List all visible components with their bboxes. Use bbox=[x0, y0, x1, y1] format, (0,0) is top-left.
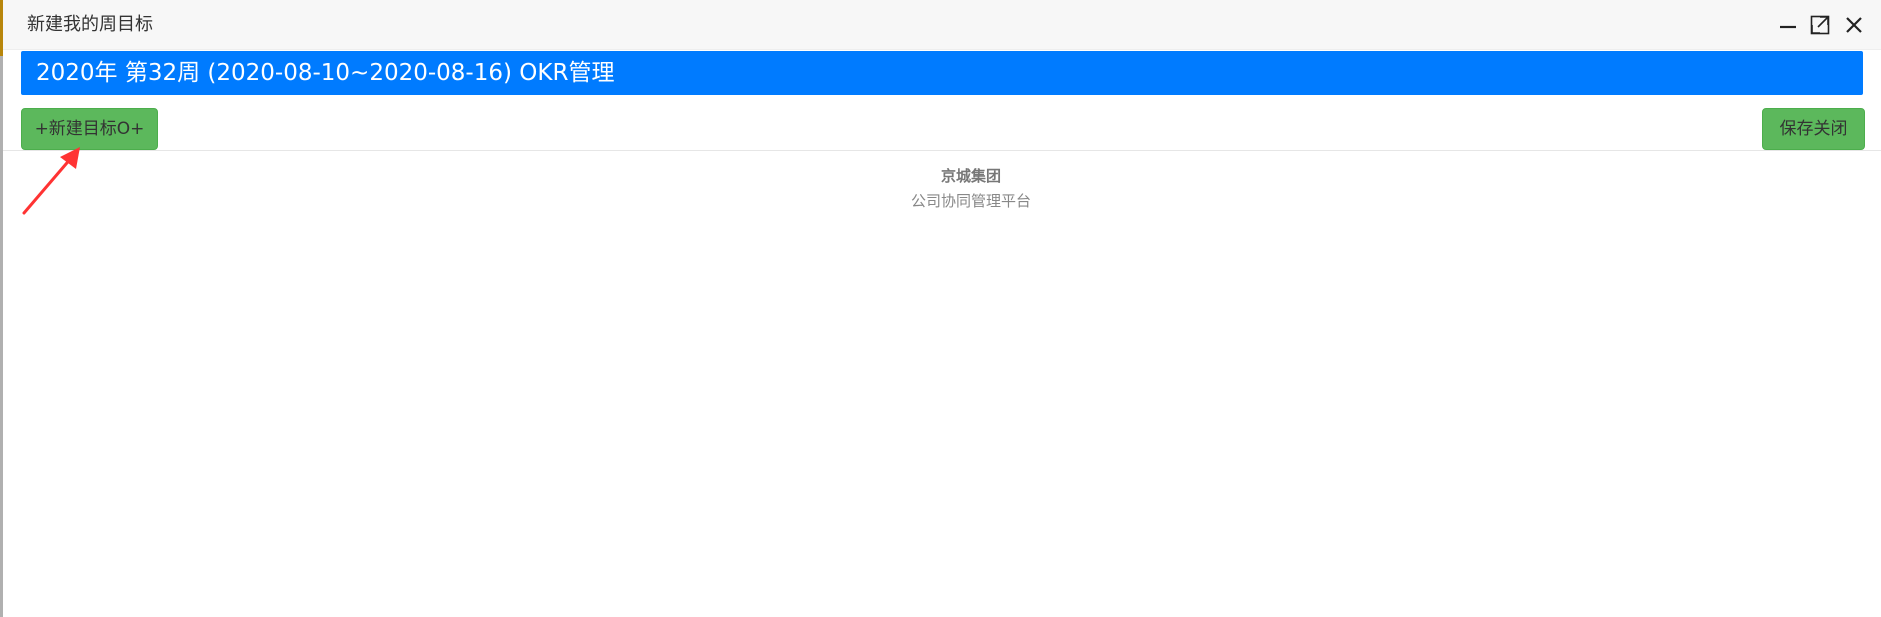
okr-toolbar: +新建目标O+ 保存关闭 bbox=[3, 96, 1881, 151]
footer-platform-name: 公司协同管理平台 bbox=[910, 192, 1031, 210]
footer-company-name: 京城集团 bbox=[940, 167, 1001, 185]
dialog-window: 新建我的周目标 2020年 第32周 (2020-08-10~2020-08-1… bbox=[0, 0, 1881, 617]
maximize-icon[interactable] bbox=[1808, 13, 1832, 37]
dialog-titlebar[interactable]: 新建我的周目标 bbox=[3, 0, 1881, 50]
close-icon[interactable] bbox=[1842, 13, 1866, 37]
new-objective-button[interactable]: +新建目标O+ bbox=[21, 108, 158, 150]
minimize-icon[interactable] bbox=[1776, 13, 1800, 37]
dialog-title: 新建我的周目标 bbox=[27, 14, 153, 35]
okr-week-header: 2020年 第32周 (2020-08-10~2020-08-16) OKR管理 bbox=[21, 51, 1863, 95]
okr-week-title: 2020年 第32周 (2020-08-10~2020-08-16) OKR管理 bbox=[36, 60, 615, 86]
save-close-button[interactable]: 保存关闭 bbox=[1762, 108, 1865, 150]
window-left-border bbox=[0, 0, 3, 617]
